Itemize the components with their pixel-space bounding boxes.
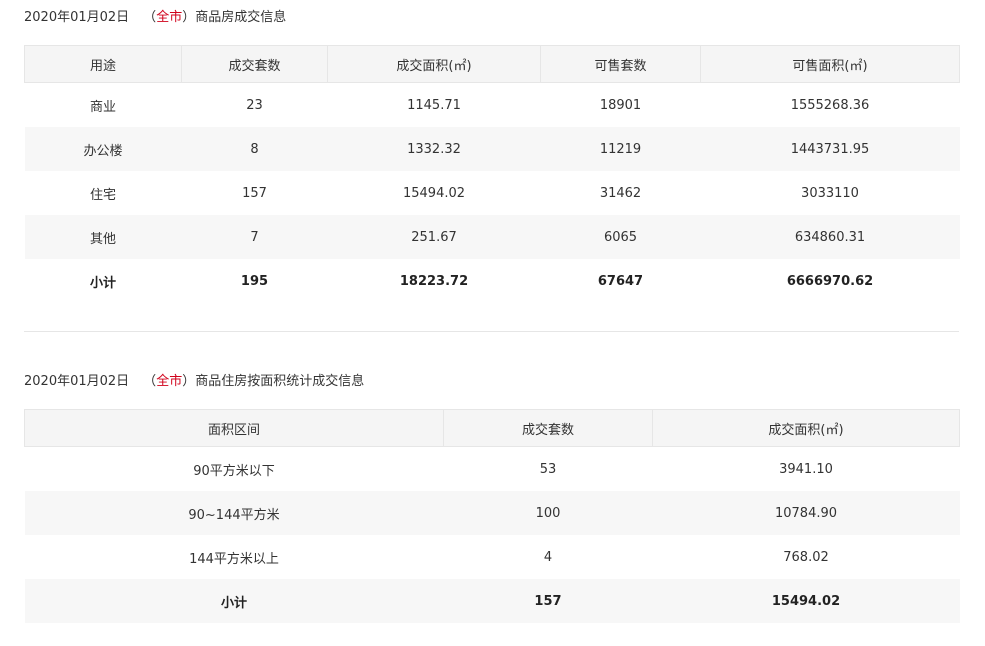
table-row: 住宅 157 15494.02 31462 3033110: [25, 171, 960, 215]
table-row: 144平方米以上 4 768.02: [25, 535, 960, 579]
total-row: 小计 157 15494.02: [24, 579, 960, 623]
column-header: 成交套数: [181, 45, 328, 83]
table-cell: 1443731.95: [700, 127, 960, 171]
column-header: 可售面积(㎡): [700, 45, 960, 83]
section1-paren-close: ）: [182, 10, 196, 25]
section2-paren-close: ）: [182, 374, 196, 389]
column-header: 可售套数: [540, 45, 701, 83]
table-header-row: 用途 成交套数 成交面积(㎡) 可售套数 可售面积(㎡): [24, 45, 960, 83]
table-cell: 商业: [89, 99, 116, 115]
section2-city: 全市: [156, 374, 183, 389]
section1-paren-open: （: [143, 10, 157, 25]
table-row: 90平方米以下 53 3941.10: [25, 447, 960, 492]
table-cell: 15494.02: [402, 185, 466, 201]
total-cell: 小计: [89, 275, 116, 291]
table-cell: 7: [181, 215, 328, 259]
table-cell: 其他: [24, 215, 182, 259]
section1-city: 全市: [156, 10, 183, 25]
table-cell: 90平方米以下: [193, 463, 275, 479]
table-row: 办公楼 8 1332.32 11219 1443731.95: [24, 127, 960, 171]
column-header: 面积区间: [24, 409, 444, 447]
table-row: 其他 7 251.67 6065 634860.31: [24, 215, 960, 259]
section2-title-text: 商品住房按面积统计成交信息: [195, 374, 365, 389]
section2-paren-open: （: [143, 374, 157, 389]
table-cell: 6065: [540, 215, 701, 259]
table-row: 90~144平方米 100 10784.90: [24, 491, 960, 535]
column-header: 成交面积(㎡): [652, 409, 960, 447]
total-cell: 195: [240, 273, 269, 289]
column-header: 成交面积(㎡): [327, 45, 541, 83]
total-cell: 157: [443, 579, 653, 623]
table-header-row: 面积区间 成交套数 成交面积(㎡): [24, 409, 960, 447]
table-cell: 11219: [540, 127, 701, 171]
table-cell: 住宅: [89, 187, 116, 203]
section1-title-text: 商品房成交信息: [195, 10, 287, 25]
total-cell: 67647: [597, 273, 644, 289]
table-cell: 1332.32: [327, 127, 541, 171]
area-range-table: 面积区间 成交套数 成交面积(㎡) 90平方米以下 53 3941.10 90~…: [24, 409, 960, 623]
total-row: 小计 195 18223.72 67647 6666970.62: [25, 259, 960, 303]
table-cell: 1145.71: [407, 97, 461, 113]
table-cell: 18901: [599, 97, 642, 113]
table-cell: 3941.10: [779, 461, 833, 477]
total-cell: 小计: [24, 579, 444, 623]
table-cell: 90~144平方米: [24, 491, 444, 535]
total-cell: 15494.02: [652, 579, 960, 623]
table-cell: 251.67: [327, 215, 541, 259]
section2-title: 2020年01月02日 （全市）商品住房按面积统计成交信息: [24, 373, 364, 391]
total-cell: 18223.72: [399, 273, 469, 289]
table-cell: 1555268.36: [790, 97, 870, 113]
table-cell: 4: [543, 549, 553, 565]
table-cell: 100: [443, 491, 653, 535]
table-cell: 768.02: [783, 549, 829, 565]
section1-title: 2020年01月02日 （全市）商品房成交信息: [24, 9, 286, 27]
table-cell: 144平方米以上: [189, 551, 279, 567]
table-cell: 10784.90: [652, 491, 960, 535]
table-cell: 23: [246, 97, 263, 113]
table-cell: 3033110: [801, 185, 859, 201]
section1-date: 2020年01月02日: [24, 10, 130, 25]
section-divider: [24, 331, 959, 332]
transaction-table: 用途 成交套数 成交面积(㎡) 可售套数 可售面积(㎡) 商业 23 1145.…: [24, 45, 960, 303]
table-cell: 53: [539, 461, 557, 477]
table-row: 商业 23 1145.71 18901 1555268.36: [25, 83, 960, 128]
column-header: 成交套数: [443, 409, 653, 447]
section2-date: 2020年01月02日: [24, 374, 130, 389]
total-cell: 6666970.62: [786, 273, 874, 289]
table-cell: 31462: [599, 185, 642, 201]
table-cell: 办公楼: [24, 127, 182, 171]
table-cell: 8: [181, 127, 328, 171]
table-cell: 157: [242, 185, 267, 201]
column-header: 用途: [24, 45, 182, 83]
table-cell: 634860.31: [700, 215, 960, 259]
